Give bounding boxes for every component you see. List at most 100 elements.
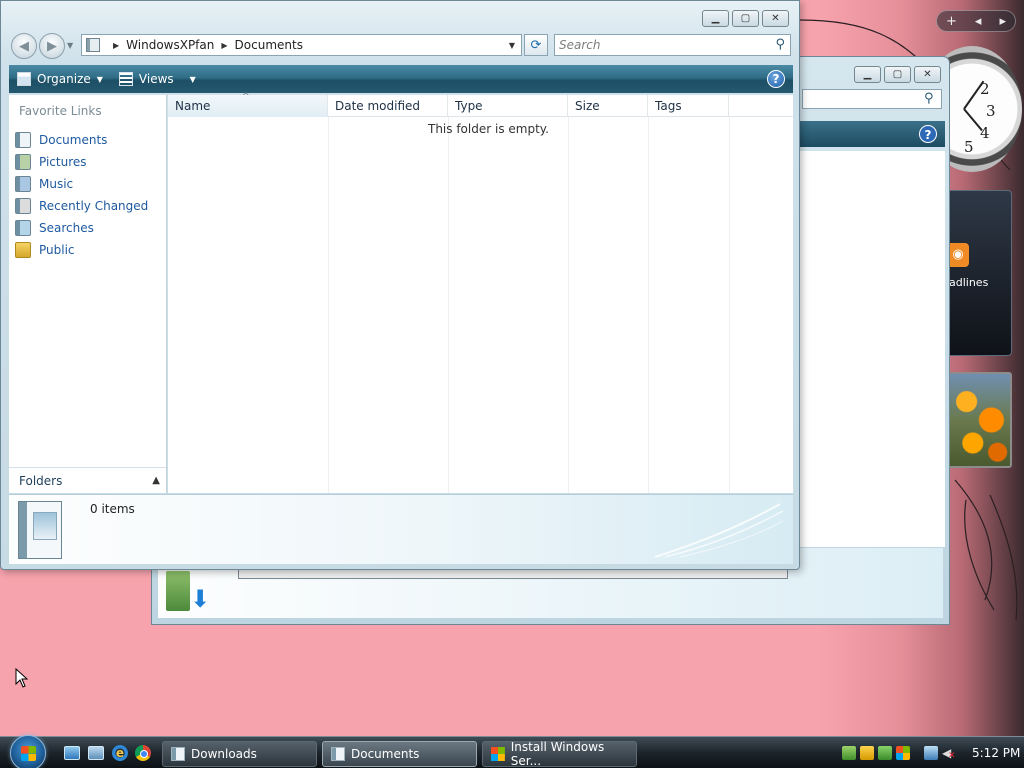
nav-item-recently-changed[interactable]: Recently Changed	[15, 195, 148, 217]
address-dropdown-icon[interactable]: ▼	[509, 41, 515, 50]
windows-icon	[491, 747, 505, 761]
feed-headlines-gadget[interactable]: ◉ adlines	[940, 190, 1012, 356]
clock-numeral: 5	[964, 138, 974, 156]
file-list-view[interactable]: ^ Name Date modified Type Size Tags This…	[168, 92, 793, 493]
search-icon[interactable]: ⚲	[775, 37, 785, 52]
nav-item-music[interactable]: Music	[15, 173, 148, 195]
column-divider-lines	[168, 117, 793, 493]
add-gadget-icon[interactable]: +	[946, 14, 957, 29]
switch-windows-icon[interactable]	[88, 746, 104, 760]
nav-item-label: Music	[39, 177, 74, 191]
command-bar: Organize ▼ Views ▼ ?	[9, 65, 793, 93]
chevron-up-icon: ▲	[152, 475, 160, 486]
nav-item-searches[interactable]: Searches	[15, 217, 148, 239]
next-arrow-icon[interactable]: ▸	[999, 14, 1006, 29]
favorite-links-heading: Favorite Links	[19, 104, 102, 118]
music-folder-icon	[15, 176, 31, 192]
taskbar-clock[interactable]: 5:12 PM	[972, 746, 1020, 760]
column-label: Type	[455, 99, 483, 113]
folders-label: Folders	[19, 473, 63, 488]
searches-folder-icon	[15, 220, 31, 236]
pictures-folder-icon	[15, 154, 31, 170]
documents-folder-icon	[18, 501, 62, 559]
breadcrumb-item[interactable]: WindowsXPfan	[126, 38, 214, 52]
search-input[interactable]	[802, 89, 942, 109]
nav-item-documents[interactable]: Documents	[15, 129, 148, 151]
rss-icon: ◉	[947, 243, 969, 267]
security-shield-icon[interactable]	[860, 746, 874, 760]
maximize-button[interactable]: ▢	[884, 66, 911, 83]
nav-item-pictures[interactable]: Pictures	[15, 151, 148, 173]
minimize-button[interactable]: ▁	[702, 10, 729, 27]
previous-arrow-icon[interactable]: ◂	[975, 14, 982, 29]
start-button[interactable]	[10, 735, 46, 768]
search-icon[interactable]: ⚲	[924, 91, 934, 106]
taskbar-button-label: Documents	[351, 747, 420, 761]
chrome-icon[interactable]	[135, 745, 151, 761]
public-folder-icon	[15, 242, 31, 258]
address-bar[interactable]: ▶ WindowsXPfan ▶ Documents ▼	[81, 34, 522, 56]
folder-icon	[331, 747, 345, 761]
taskbar-button-install-windows[interactable]: Install Windows Ser...	[482, 740, 637, 768]
column-header-name[interactable]: ^ Name	[168, 92, 328, 117]
nav-item-label: Public	[39, 243, 75, 257]
nav-item-label: Recently Changed	[39, 199, 149, 213]
search-input[interactable]	[559, 38, 759, 52]
taskbar-button-documents[interactable]: Documents	[322, 741, 477, 767]
column-label: Size	[575, 99, 600, 113]
refresh-button[interactable]: ⟳	[524, 34, 548, 56]
show-desktop-icon[interactable]	[64, 746, 80, 760]
slideshow-gadget[interactable]	[946, 372, 1012, 468]
favorite-links-list: Documents Pictures Music Recently Change…	[15, 129, 148, 261]
views-button[interactable]: Views ▼	[111, 65, 204, 93]
help-icon[interactable]: ?	[919, 125, 937, 143]
minimize-button[interactable]: ▁	[854, 66, 881, 83]
views-label: Views	[138, 72, 174, 86]
feed-headlines-label: adlines	[949, 276, 989, 289]
chevron-down-icon: ▼	[189, 74, 196, 84]
column-header-size[interactable]: Size	[568, 95, 648, 117]
folders-toggle[interactable]: Folders ▲	[9, 467, 166, 493]
breadcrumb-separator-icon[interactable]: ▶	[221, 41, 227, 50]
back-button[interactable]: ◀	[11, 33, 37, 59]
file-list	[797, 151, 945, 547]
organize-button[interactable]: Organize ▼	[9, 65, 111, 93]
item-count: 0 items	[90, 502, 135, 516]
volume-muted-icon[interactable]: ◀	[942, 746, 956, 763]
column-header-date-modified[interactable]: Date modified	[328, 95, 448, 117]
column-header-type[interactable]: Type	[448, 95, 568, 117]
mouse-cursor-icon	[15, 668, 29, 688]
column-header-tags[interactable]: Tags	[648, 95, 729, 117]
network-icon[interactable]	[842, 746, 856, 760]
internet-explorer-icon[interactable]: e	[112, 745, 128, 761]
folder-icon	[86, 38, 100, 52]
downloads-folder-icon	[166, 571, 190, 611]
close-button[interactable]: ✕	[762, 10, 789, 27]
network-connection-icon[interactable]	[924, 746, 938, 760]
decorative-swoosh	[654, 503, 784, 558]
breadcrumb-separator-icon[interactable]: ▶	[113, 41, 119, 50]
recent-pages-dropdown[interactable]: ▼	[67, 41, 73, 50]
breadcrumb-item[interactable]: Documents	[235, 38, 303, 52]
windows-update-icon[interactable]	[896, 746, 910, 760]
sidebar-gadget-toolbar[interactable]: + ◂ ▸	[936, 10, 1016, 32]
close-button[interactable]: ✕	[914, 66, 941, 83]
window-controls: ▁ ▢ ✕	[854, 66, 941, 83]
taskbar-button-label: Downloads	[191, 747, 257, 761]
column-label: Name	[175, 99, 211, 113]
search-box[interactable]: ⚲	[554, 34, 791, 56]
nav-item-public[interactable]: Public	[15, 239, 148, 261]
forward-button[interactable]: ▶	[39, 33, 65, 59]
window-controls: ▁ ▢ ✕	[702, 10, 789, 27]
column-headers: ^ Name Date modified Type Size Tags	[168, 92, 793, 117]
help-icon[interactable]: ?	[767, 70, 785, 88]
maximize-button[interactable]: ▢	[732, 10, 759, 27]
tray-app-icon[interactable]	[878, 746, 892, 760]
documents-explorer-window[interactable]: ▁ ▢ ✕ ◀ ▶ ▼ ▶ WindowsXPfan ▶ Documents ▼…	[0, 0, 800, 570]
nav-item-label: Pictures	[39, 155, 87, 169]
navigation-pane: Favorite Links Documents Pictures Music …	[9, 95, 167, 493]
clock-minute-hand	[963, 108, 983, 132]
empty-folder-message: This folder is empty.	[428, 122, 549, 136]
taskbar-button-downloads[interactable]: Downloads	[162, 741, 317, 767]
column-label: Date modified	[335, 99, 421, 113]
